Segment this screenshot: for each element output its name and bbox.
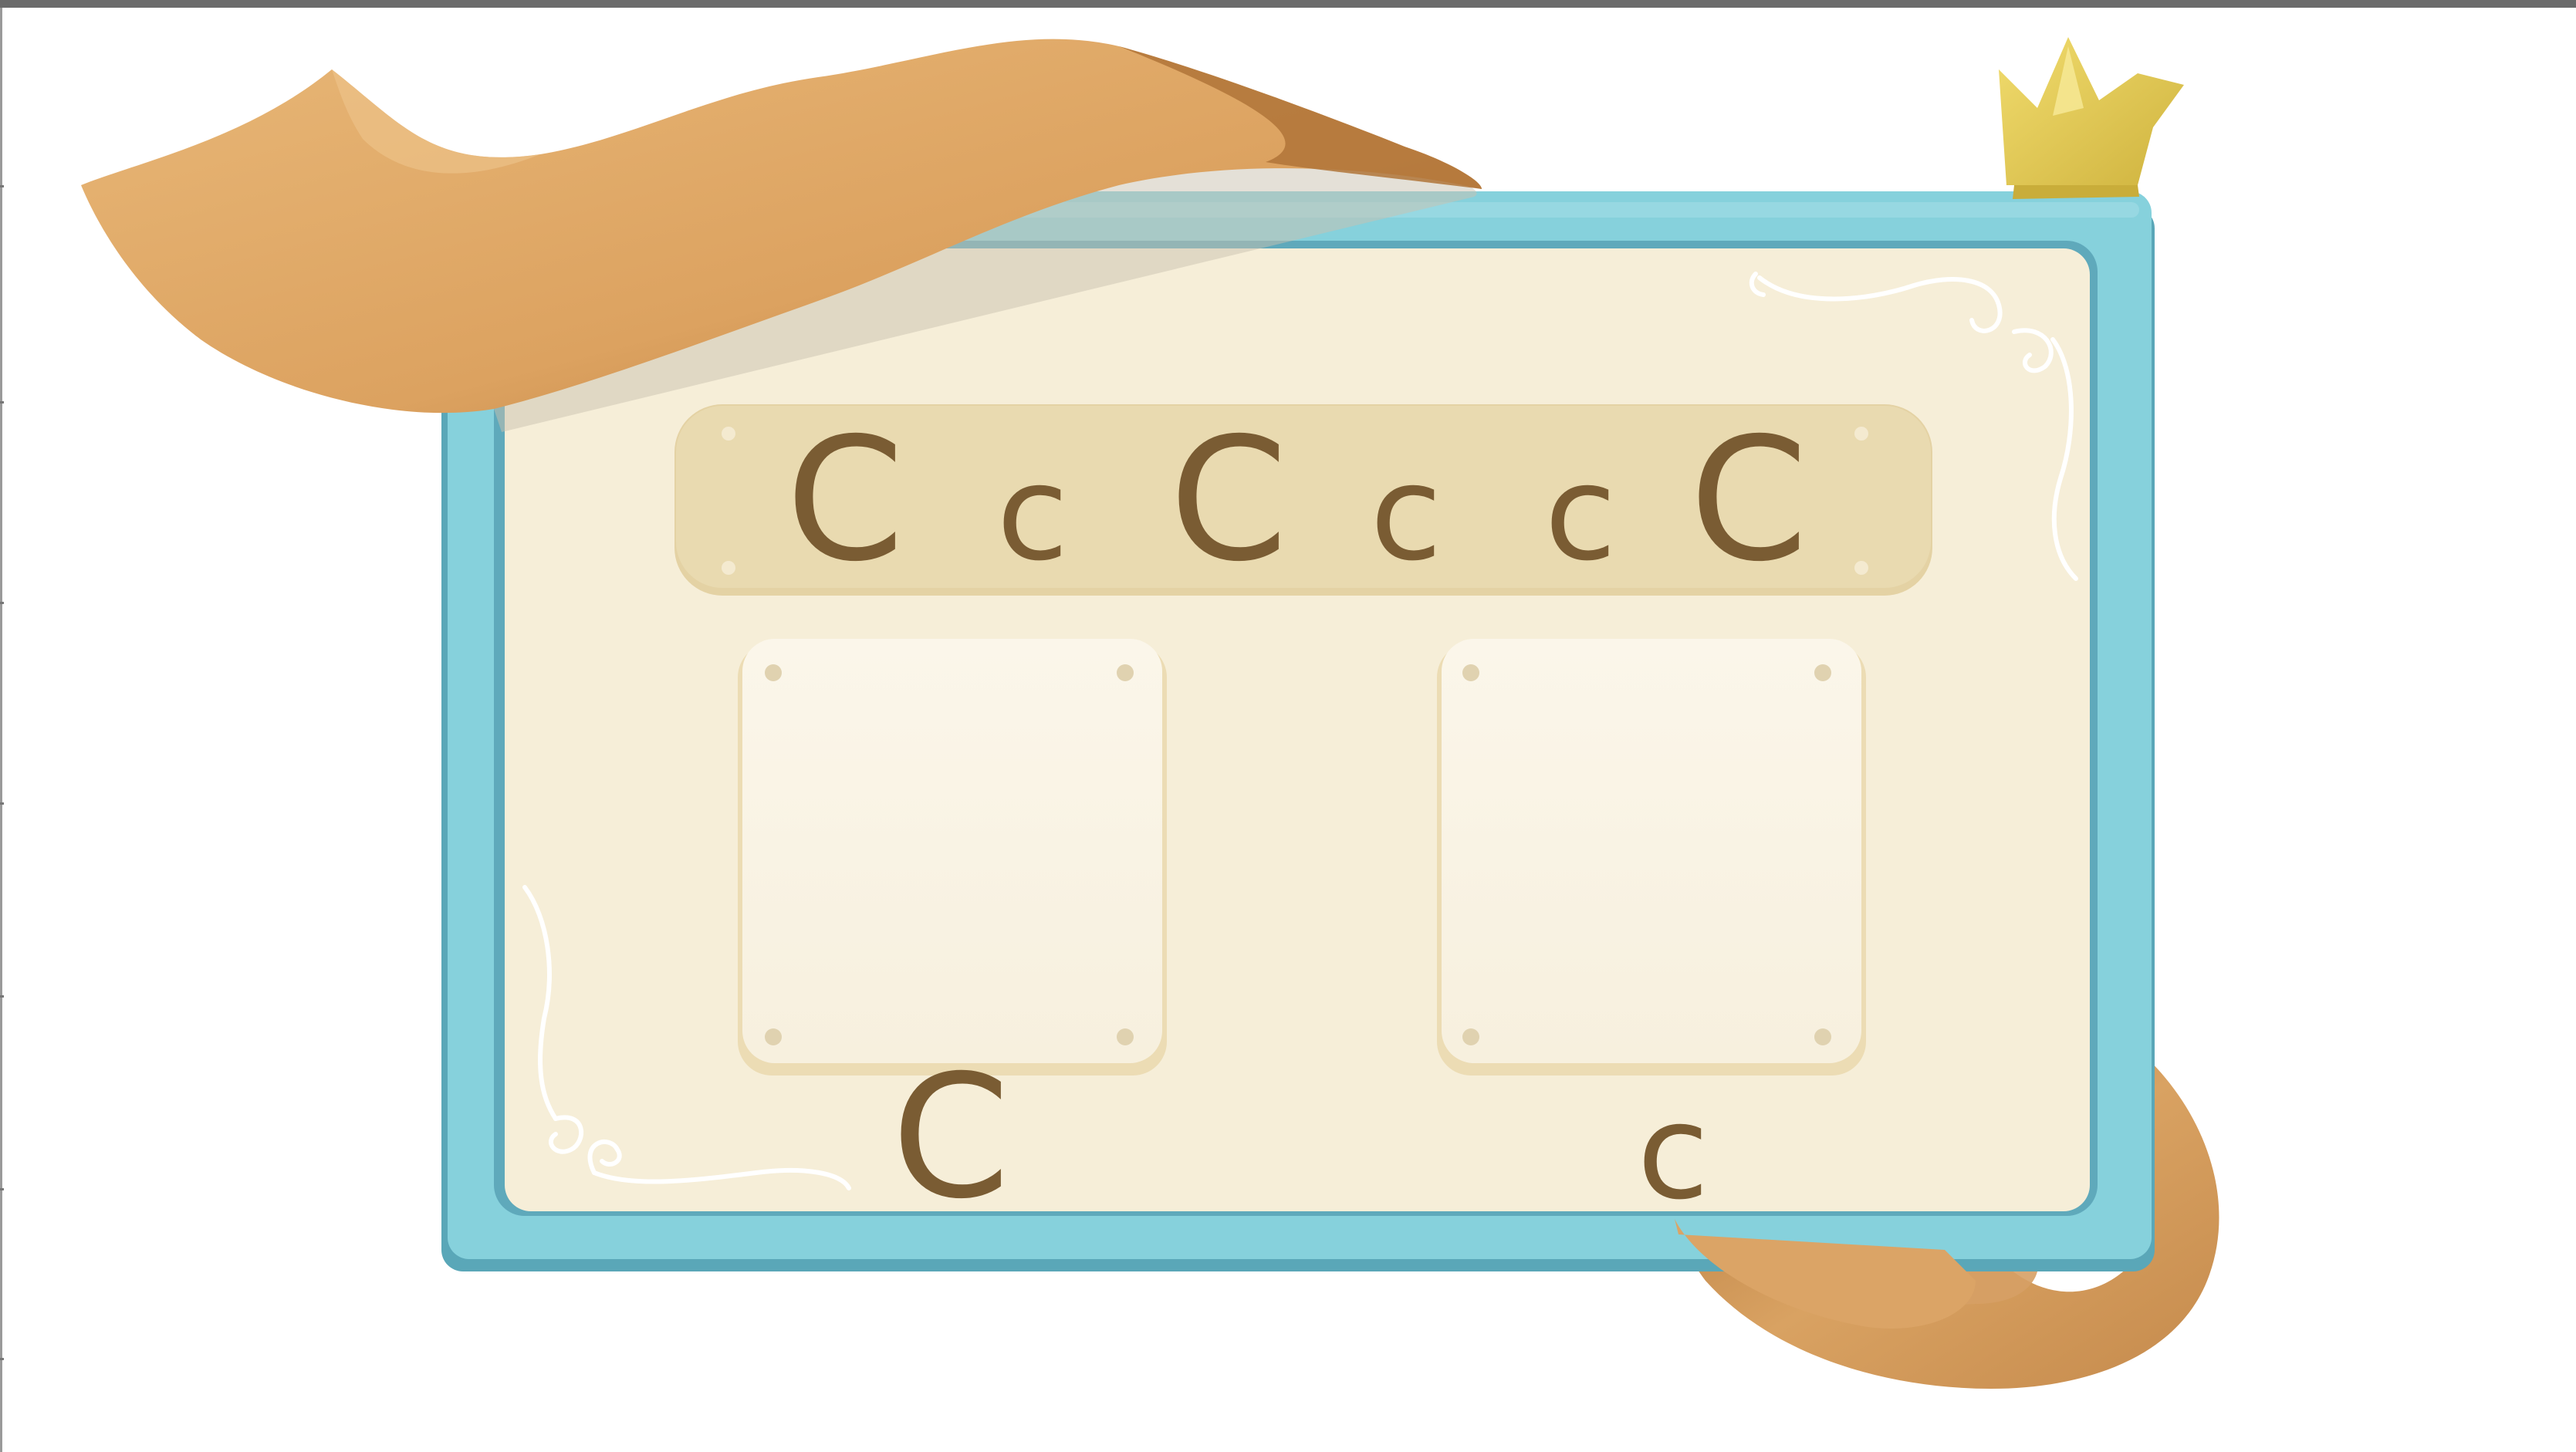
letter-tile[interactable]: c	[1370, 437, 1442, 590]
bin-label-uppercase: C	[891, 1038, 1010, 1236]
game-scene: C c C c c C C c	[81, 37, 2219, 1389]
letter-bank: C c C c c C	[674, 401, 1932, 599]
crown-icon	[1999, 37, 2184, 199]
bin-label-lowercase: c	[1637, 1076, 1709, 1229]
drop-bin-uppercase[interactable]	[738, 639, 1167, 1075]
letter-tile[interactable]: C	[786, 401, 904, 599]
letter-tile[interactable]: c	[996, 437, 1068, 590]
letter-tile[interactable]: c	[1544, 437, 1616, 590]
letter-tile[interactable]: C	[1169, 401, 1288, 599]
drop-bin-lowercase[interactable]	[1437, 639, 1866, 1075]
letter-tile[interactable]: C	[1689, 401, 1808, 599]
